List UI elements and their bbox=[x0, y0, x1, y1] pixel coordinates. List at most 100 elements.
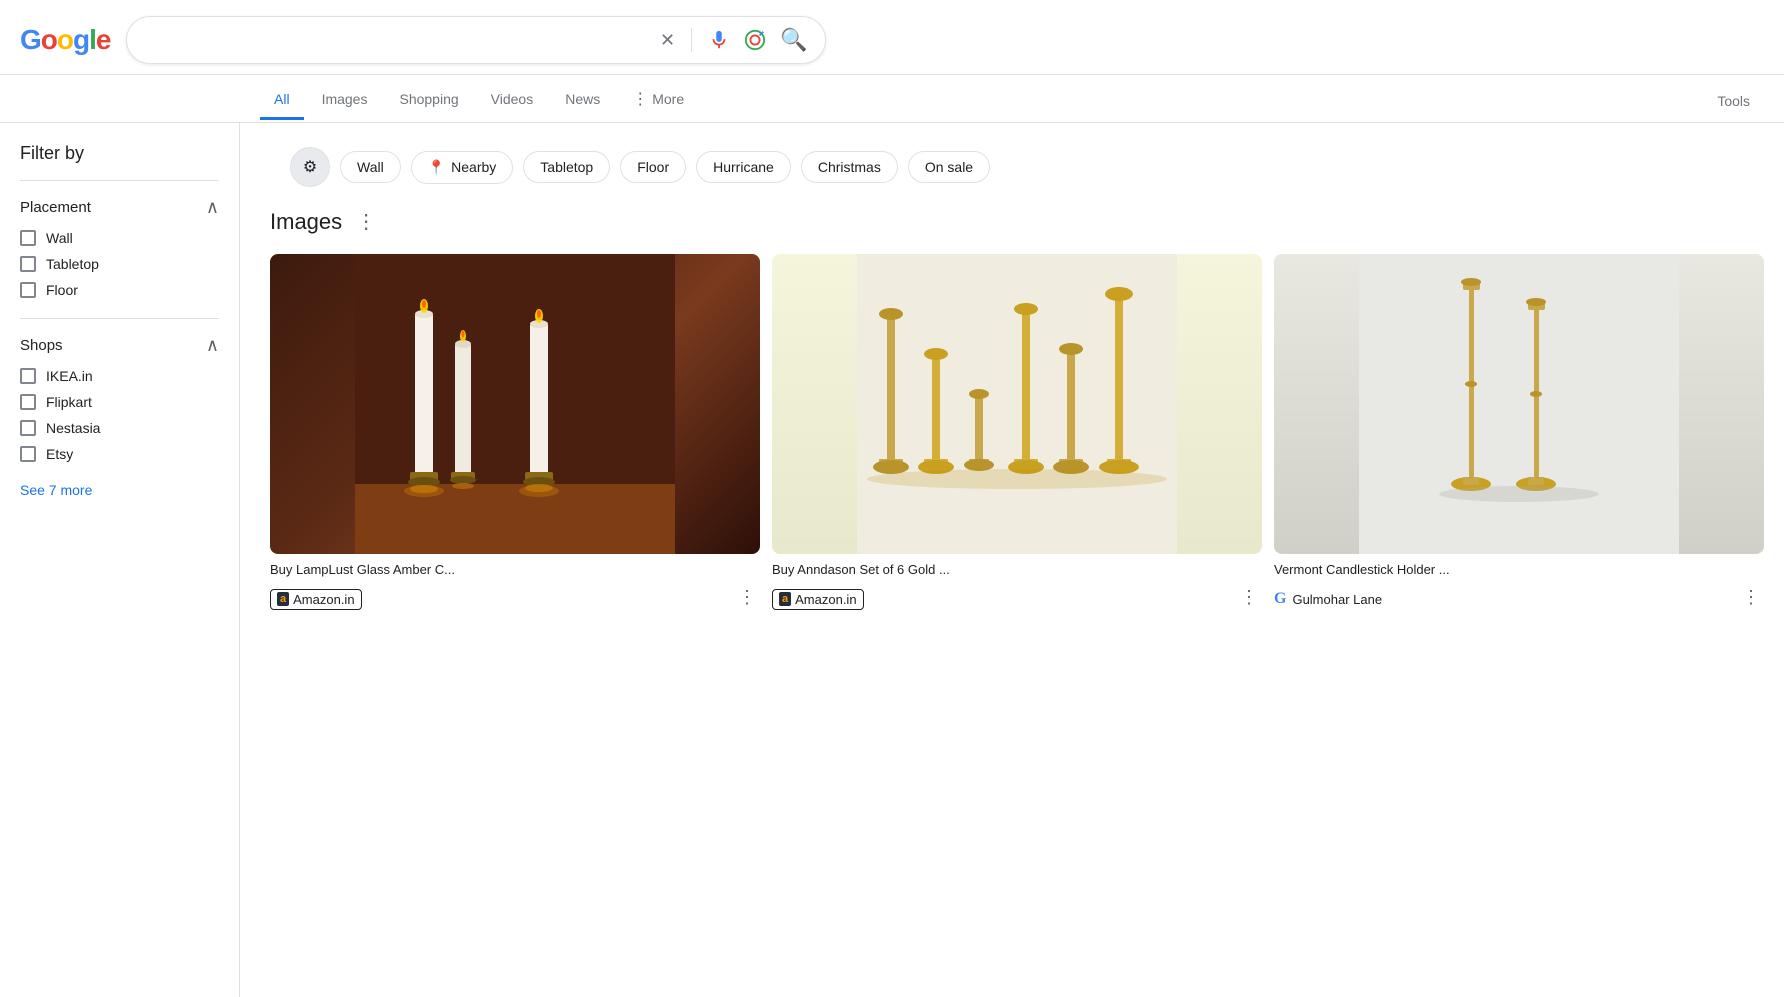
filter-option-etsy[interactable]: Etsy bbox=[20, 446, 219, 462]
ikea-label: IKEA.in bbox=[46, 368, 93, 384]
sliders-icon: ⚙ bbox=[303, 157, 317, 177]
filter-option-nestasia[interactable]: Nestasia bbox=[20, 420, 219, 436]
clear-button[interactable]: ✕ bbox=[658, 28, 677, 53]
voice-search-button[interactable] bbox=[706, 27, 732, 53]
filter-option-tabletop[interactable]: Tabletop bbox=[20, 256, 219, 272]
shops-label: Shops bbox=[20, 337, 63, 354]
filter-chips: ⚙ Wall 📍 Nearby Tabletop Floor Hurricane… bbox=[270, 133, 1764, 201]
header: Google candlestick holder ✕ bbox=[0, 0, 1784, 75]
search-icon-group: ✕ 🔍 bbox=[658, 25, 810, 55]
search-button[interactable]: 🔍 bbox=[778, 25, 809, 55]
etsy-checkbox[interactable] bbox=[20, 446, 36, 462]
card-3-more-button[interactable]: ⋮ bbox=[1738, 583, 1764, 612]
section-divider-2 bbox=[20, 318, 219, 319]
chip-christmas-label: Christmas bbox=[818, 159, 881, 175]
amazon-logo-1: a bbox=[277, 592, 289, 606]
image-source-3: G Gulmohar Lane bbox=[1274, 590, 1382, 608]
tab-videos[interactable]: Videos bbox=[477, 81, 548, 120]
tab-images[interactable]: Images bbox=[308, 81, 382, 120]
tab-all[interactable]: All bbox=[260, 81, 304, 120]
image-2 bbox=[772, 254, 1262, 554]
nestasia-checkbox[interactable] bbox=[20, 420, 36, 436]
tabletop-checkbox[interactable] bbox=[20, 256, 36, 272]
filter-sliders-chip[interactable]: ⚙ bbox=[290, 147, 330, 187]
amazon-badge-1: a Amazon.in bbox=[270, 589, 362, 610]
placement-options: Wall Tabletop Floor bbox=[20, 230, 219, 298]
image-1 bbox=[270, 254, 760, 554]
image-caption-2: Buy Anndason Set of 6 Gold ... bbox=[772, 562, 1262, 579]
chip-wall-label: Wall bbox=[357, 159, 384, 175]
search-bar: candlestick holder ✕ bbox=[126, 16, 826, 64]
filter-option-floor[interactable]: Floor bbox=[20, 282, 219, 298]
chip-on-sale[interactable]: On sale bbox=[908, 151, 990, 183]
tabletop-label: Tabletop bbox=[46, 256, 99, 272]
filter-by-title: Filter by bbox=[20, 143, 219, 164]
google-lens-icon bbox=[744, 29, 766, 51]
images-more-options-button[interactable]: ⋮ bbox=[352, 205, 380, 238]
image-3 bbox=[1274, 254, 1764, 554]
chip-wall[interactable]: Wall bbox=[340, 151, 401, 183]
search-icon: 🔍 bbox=[780, 27, 807, 53]
chip-hurricane[interactable]: Hurricane bbox=[696, 151, 791, 183]
images-grid: Buy LampLust Glass Amber C... a Amazon.i… bbox=[270, 254, 1764, 612]
chip-christmas[interactable]: Christmas bbox=[801, 151, 898, 183]
placement-chevron-icon[interactable]: ∧ bbox=[206, 197, 219, 218]
image-source-wrap-3: G Gulmohar Lane ⋮ bbox=[1274, 583, 1764, 612]
flipkart-checkbox[interactable] bbox=[20, 394, 36, 410]
main-layout: Filter by Placement ∧ Wall Tabletop Floo… bbox=[0, 123, 1784, 997]
divider bbox=[691, 28, 692, 52]
card-1-more-button[interactable]: ⋮ bbox=[734, 583, 760, 612]
chip-floor[interactable]: Floor bbox=[620, 151, 686, 183]
gulmohar-name: Gulmohar Lane bbox=[1292, 592, 1382, 607]
nestasia-label: Nestasia bbox=[46, 420, 100, 436]
placement-label: Placement bbox=[20, 199, 91, 216]
floor-label: Floor bbox=[46, 282, 78, 298]
image-source-wrap-2: a Amazon.in ⋮ bbox=[772, 583, 1262, 612]
chip-nearby[interactable]: 📍 Nearby bbox=[411, 151, 514, 184]
floor-checkbox[interactable] bbox=[20, 282, 36, 298]
content-area: ⚙ Wall 📍 Nearby Tabletop Floor Hurricane… bbox=[240, 123, 1784, 997]
tools-button[interactable]: Tools bbox=[1703, 83, 1764, 119]
location-pin-icon: 📍 bbox=[428, 159, 445, 176]
shops-chevron-icon[interactable]: ∧ bbox=[206, 335, 219, 356]
search-input[interactable]: candlestick holder bbox=[143, 31, 648, 49]
chip-nearby-label: Nearby bbox=[451, 159, 496, 175]
google-logo: Google bbox=[20, 24, 110, 56]
images-section-title: Images bbox=[270, 209, 342, 235]
image-card-1[interactable]: Buy LampLust Glass Amber C... a Amazon.i… bbox=[270, 254, 760, 612]
sidebar: Filter by Placement ∧ Wall Tabletop Floo… bbox=[0, 123, 240, 997]
amazon-name-2: Amazon.in bbox=[795, 592, 856, 607]
chip-tabletop-label: Tabletop bbox=[540, 159, 593, 175]
wall-checkbox[interactable] bbox=[20, 230, 36, 246]
ikea-checkbox[interactable] bbox=[20, 368, 36, 384]
chip-floor-label: Floor bbox=[637, 159, 669, 175]
nav-tabs: All Images Shopping Videos News ⋮ More T… bbox=[0, 75, 1784, 123]
shops-section-title: Shops ∧ bbox=[20, 335, 219, 356]
filter-option-flipkart[interactable]: Flipkart bbox=[20, 394, 219, 410]
filter-option-wall[interactable]: Wall bbox=[20, 230, 219, 246]
image-card-3[interactable]: Vermont Candlestick Holder ... G Gulmoha… bbox=[1274, 254, 1764, 612]
more-dots-icon: ⋮ bbox=[632, 89, 648, 109]
section-divider-1 bbox=[20, 180, 219, 181]
see-more-link[interactable]: See 7 more bbox=[20, 482, 219, 498]
placement-section-title: Placement ∧ bbox=[20, 197, 219, 218]
chip-on-sale-label: On sale bbox=[925, 159, 973, 175]
image-source-wrap-1: a Amazon.in ⋮ bbox=[270, 583, 760, 612]
close-icon: ✕ bbox=[660, 30, 675, 51]
search-bar-wrap: candlestick holder ✕ bbox=[126, 16, 826, 64]
amazon-name-1: Amazon.in bbox=[293, 592, 354, 607]
chip-hurricane-label: Hurricane bbox=[713, 159, 774, 175]
tab-news[interactable]: News bbox=[551, 81, 614, 120]
tab-more[interactable]: ⋮ More bbox=[618, 79, 698, 122]
lens-search-button[interactable] bbox=[742, 27, 768, 53]
amazon-badge-2: a Amazon.in bbox=[772, 589, 864, 610]
tab-shopping[interactable]: Shopping bbox=[385, 81, 472, 120]
amazon-logo-2: a bbox=[779, 592, 791, 606]
filter-option-ikea[interactable]: IKEA.in bbox=[20, 368, 219, 384]
image-caption-1: Buy LampLust Glass Amber C... bbox=[270, 562, 760, 579]
shops-options: IKEA.in Flipkart Nestasia Etsy bbox=[20, 368, 219, 462]
card-2-more-button[interactable]: ⋮ bbox=[1236, 583, 1262, 612]
image-card-2[interactable]: Buy Anndason Set of 6 Gold ... a Amazon.… bbox=[772, 254, 1262, 612]
flipkart-label: Flipkart bbox=[46, 394, 92, 410]
chip-tabletop[interactable]: Tabletop bbox=[523, 151, 610, 183]
